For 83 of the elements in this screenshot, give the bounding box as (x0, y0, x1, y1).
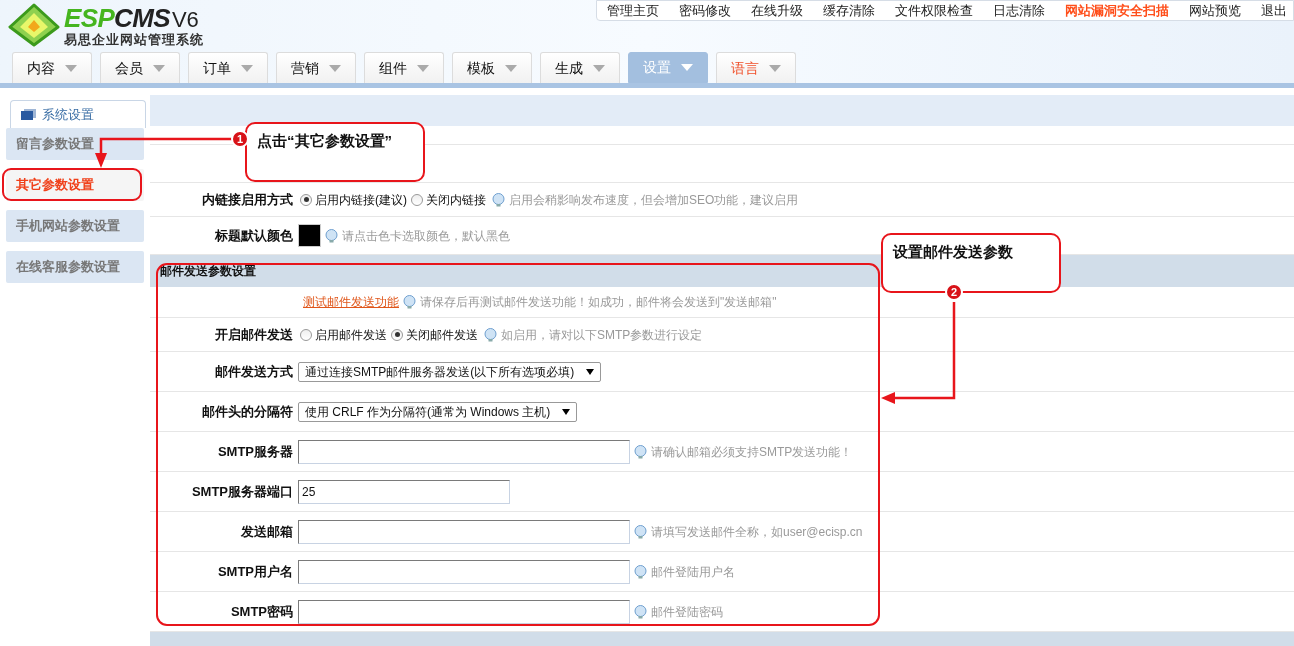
radio-button[interactable] (300, 193, 312, 206)
nav-tab[interactable]: 内容 (12, 52, 92, 83)
nav-tab[interactable]: 组件 (364, 52, 444, 83)
lightbulb-icon (325, 228, 338, 243)
step-badge: 1 (231, 130, 249, 148)
caret-icon (769, 64, 781, 72)
caret-icon (681, 64, 693, 71)
field-label: 标题默认颜色 (215, 227, 293, 243)
field-label: 开启邮件发送 (215, 326, 293, 342)
radio-button[interactable] (391, 328, 403, 341)
caret-icon (65, 64, 77, 72)
radio-button[interactable] (411, 193, 423, 206)
text-input[interactable]: 25 (298, 479, 510, 504)
radio-label: 关闭邮件发送 (406, 326, 478, 344)
top-link[interactable]: 文件权限检查 (895, 0, 973, 21)
sidebar-tab[interactable]: 系统设置 (10, 100, 146, 128)
nav-tab[interactable]: 营销 (276, 52, 356, 83)
radio-button[interactable] (300, 328, 312, 341)
text-input[interactable] (298, 599, 630, 624)
logo-subtitle: 易思企业网站管理系统 (64, 32, 204, 46)
sidebar-item[interactable]: 留言参数设置 (6, 128, 144, 160)
dropdown-arrow-icon (586, 368, 595, 375)
hint-text: 请点击色卡选取颜色，默认黑色 (342, 227, 510, 245)
caret-icon (329, 64, 341, 72)
lightbulb-icon (634, 564, 647, 579)
field-label: 内链接启用方式 (202, 191, 293, 207)
hint-text: 如启用，请对以下SMTP参数进行设定 (501, 326, 703, 344)
sidebar-item[interactable]: 在线客服参数设置 (6, 251, 144, 283)
radio-label: 关闭内链接 (426, 191, 486, 209)
text-input[interactable] (298, 439, 630, 464)
nav-tab[interactable]: 会员 (100, 52, 180, 83)
caret-icon (241, 64, 253, 72)
lightbulb-icon (634, 604, 647, 619)
lightbulb-icon (403, 295, 416, 309)
test-link[interactable]: 测试邮件发送功能 (303, 293, 399, 311)
top-link[interactable]: 在线升级 (751, 0, 803, 21)
step-badge: 2 (945, 283, 963, 301)
top-link[interactable]: 日志清除 (993, 0, 1045, 21)
caret-icon (593, 64, 605, 72)
lightbulb-icon (634, 524, 647, 539)
dropdown[interactable]: 通过连接SMTP邮件服务器发送(以下所有选项必填) (298, 361, 602, 382)
version-label: V6 (171, 8, 199, 31)
brand-name: CMS (114, 4, 170, 31)
hint-text: 请确认邮箱必须支持SMTP发送功能！ (651, 443, 853, 461)
field-label: SMTP服务器端口 (191, 483, 293, 499)
caret-icon (505, 64, 517, 72)
text-input[interactable] (298, 519, 630, 544)
caret-icon (153, 64, 165, 72)
top-link[interactable]: 退出 (1261, 0, 1287, 21)
top-link[interactable]: 管理主页 (607, 0, 659, 21)
hint-text: 邮件登陆密码 (651, 603, 723, 621)
color-swatch[interactable] (298, 224, 321, 247)
text-input[interactable] (298, 559, 630, 584)
logo-icon (8, 3, 60, 47)
lightbulb-icon (484, 327, 497, 342)
hint-text: 请保存后再测试邮件发送功能！如成功，邮件将会发送到"发送邮箱" (420, 294, 777, 311)
field-label: SMTP服务器 (217, 443, 293, 459)
window-icon (21, 108, 36, 121)
dropdown[interactable]: 使用 CRLF 作为分隔符(通常为 Windows 主机) (298, 401, 578, 422)
radio-label: 启用邮件发送 (315, 326, 387, 344)
section-title: 邮件发送参数设置 (160, 263, 256, 280)
sidebar-item[interactable]: 手机网站参数设置 (6, 210, 144, 242)
field-label: SMTP密码 (230, 603, 293, 619)
nav-tab[interactable]: 订单 (188, 52, 268, 83)
caret-icon (417, 64, 429, 72)
field-label: 邮件发送方式 (215, 363, 293, 379)
field-label: 发送邮箱 (241, 523, 293, 539)
hint-text: 启用会稍影响发布速度，但会增加SEO功能，建议启用 (509, 191, 799, 209)
field-label: 邮件头的分隔符 (202, 403, 293, 419)
top-link[interactable]: 缓存清除 (823, 0, 875, 21)
dropdown-arrow-icon (562, 408, 571, 415)
hint-text: 邮件登陆用户名 (651, 563, 735, 581)
radio-label: 启用内链接(建议) (315, 191, 407, 209)
top-link[interactable]: 密码修改 (679, 0, 731, 21)
callout: 点击“其它参数设置” (245, 122, 425, 182)
nav-tab[interactable]: 模板 (452, 52, 532, 83)
brand-name: ESP (64, 4, 115, 31)
lightbulb-icon (634, 444, 647, 459)
hint-text: 请填写发送邮件全称，如user@ecisp.cn (651, 523, 863, 541)
top-link[interactable]: 网站预览 (1189, 0, 1241, 21)
lightbulb-icon (492, 192, 505, 207)
field-label: SMTP用户名 (217, 563, 293, 579)
nav-tab[interactable]: 生成 (540, 52, 620, 83)
